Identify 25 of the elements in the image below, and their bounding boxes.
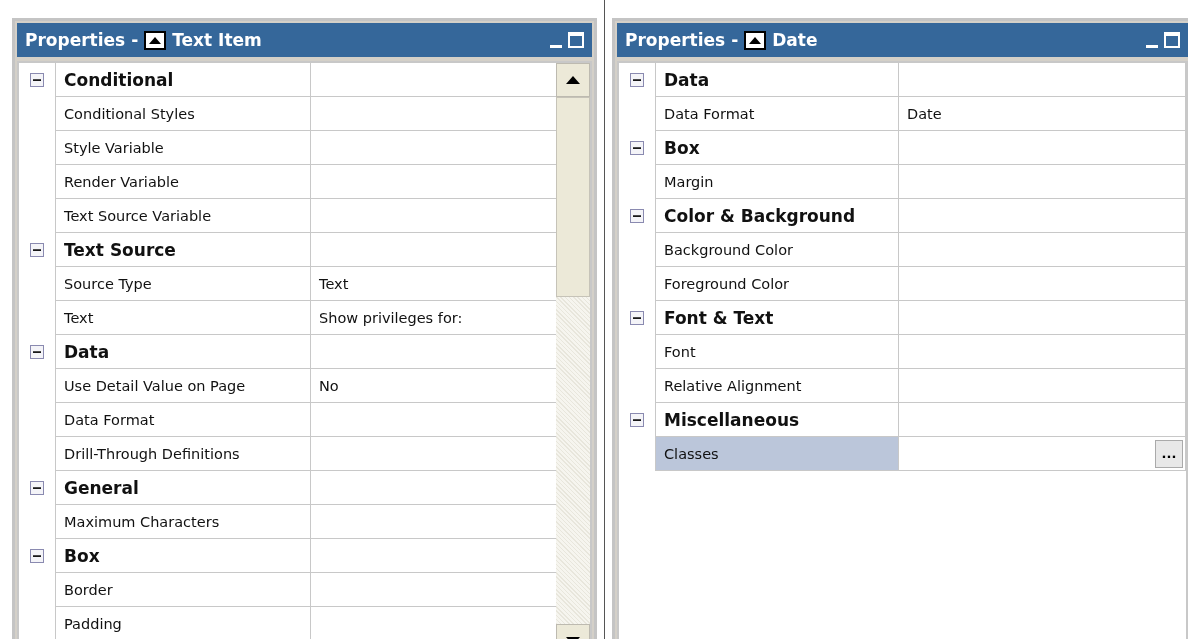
panel-title: Properties - — [25, 30, 139, 50]
triangle-up-icon[interactable] — [744, 30, 767, 50]
maximize-icon[interactable] — [1164, 32, 1180, 48]
collapse-icon[interactable] — [30, 73, 44, 87]
collapse-icon[interactable] — [30, 243, 44, 257]
collapse-icon[interactable] — [630, 209, 644, 223]
panel-title: Date — [772, 30, 818, 50]
scroll-thumb[interactable] — [556, 97, 590, 297]
collapse-icon[interactable] — [30, 549, 44, 563]
maximize-icon[interactable] — [568, 32, 584, 48]
browse-button[interactable]: ... — [1155, 439, 1183, 468]
property-value[interactable]: ... — [898, 437, 1186, 471]
collapse-icon[interactable] — [30, 345, 44, 359]
panel-title: Text Item — [172, 30, 262, 50]
panel-title: Properties - — [625, 30, 739, 50]
property-name[interactable]: Classes — [656, 437, 899, 471]
collapse-icon[interactable] — [630, 413, 644, 427]
scroll-up-icon[interactable] — [566, 76, 580, 84]
collapse-icon[interactable] — [630, 73, 644, 87]
collapse-icon[interactable] — [630, 311, 644, 325]
collapse-icon[interactable] — [630, 141, 644, 155]
triangle-up-icon[interactable] — [144, 30, 167, 50]
scrollbar[interactable] — [556, 63, 590, 639]
property-value[interactable]: Date — [898, 97, 1186, 131]
collapse-icon[interactable] — [30, 481, 44, 495]
